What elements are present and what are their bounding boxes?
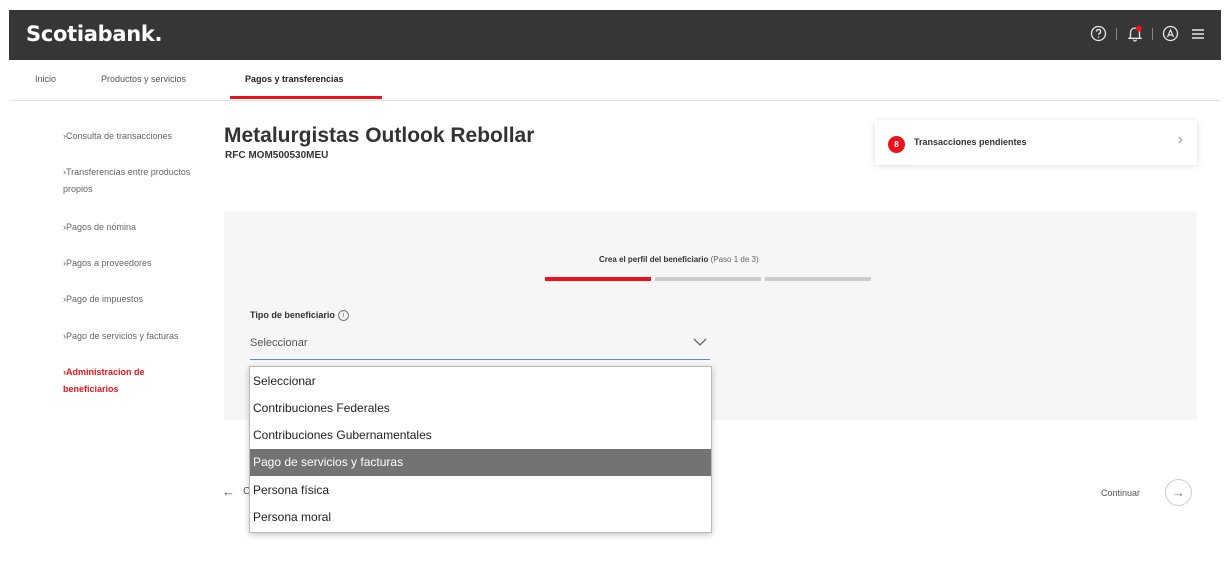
header-actions — [1089, 24, 1207, 43]
tab-productos-y-servicios[interactable]: Productos y servicios — [101, 74, 186, 84]
back-arrow-icon[interactable]: ← — [222, 484, 235, 499]
beneficiary-type-select[interactable]: Seleccionar — [250, 330, 710, 360]
pending-transactions-card[interactable]: 8 Transacciones pendientes › — [875, 120, 1197, 165]
top-header: Scotiabank. — [9, 10, 1221, 60]
sidebar-item-label: Pagos a proveedores — [66, 258, 152, 268]
option-seleccionar[interactable]: Seleccionar — [250, 368, 711, 395]
select-value: Seleccionar — [250, 337, 308, 349]
sidebar-item-consulta[interactable]: ›Consulta de transacciones — [63, 128, 213, 145]
divider — [1116, 27, 1117, 40]
sidebar-item-label: Pago de servicios y facturas — [66, 331, 179, 341]
chevron-down-icon — [693, 334, 707, 350]
field-label-text: Tipo de beneficiario — [250, 310, 335, 320]
page-title: Metalurgistas Outlook Rebollar — [224, 124, 535, 147]
chevron-right-icon: › — [1177, 131, 1183, 148]
sidebar-item-proveedores[interactable]: ›Pagos a proveedores — [63, 255, 213, 272]
user-icon[interactable] — [1161, 24, 1180, 43]
option-persona-fisica[interactable]: Persona física — [250, 477, 711, 504]
continue-arrow-icon[interactable]: → — [1165, 479, 1192, 506]
pending-count-badge: 8 — [888, 136, 905, 153]
step-count: (Paso 1 de 3) — [710, 255, 759, 264]
sidebar-item-label: Transferencias entre productos propios — [63, 167, 191, 194]
tab-pagos-y-transferencias[interactable]: Pagos y transferencias — [245, 74, 344, 84]
sidebar-item-label: Consulta de transacciones — [66, 131, 173, 141]
dropdown-menu: Seleccionar Contribuciones Federales Con… — [249, 366, 712, 533]
field-label: Tipo de beneficiario i — [250, 310, 349, 322]
step-progress-1 — [545, 277, 651, 281]
sidebar-item-label: Pagos de nómina — [66, 222, 137, 232]
step-title: Crea el perfil del beneficiario — [599, 255, 709, 264]
tab-inicio[interactable]: Inicio — [35, 74, 56, 84]
active-tab-indicator — [230, 96, 382, 99]
option-pago-de-servicios[interactable]: Pago de servicios y facturas — [250, 449, 711, 476]
option-persona-moral[interactable]: Persona moral — [250, 504, 711, 531]
sidebar-item-transferencias[interactable]: ›Transferencias entre productos propios — [63, 164, 193, 198]
sidebar-item-nomina[interactable]: ›Pagos de nómina — [63, 219, 213, 236]
continue-label[interactable]: Continuar — [1101, 488, 1140, 498]
main-nav: Inicio Productos y servicios Pagos y tra… — [9, 60, 1221, 101]
divider — [1152, 27, 1153, 40]
sidebar-item-label: Pago de impuestos — [66, 294, 144, 304]
sidebar-item-servicios[interactable]: ›Pago de servicios y facturas — [63, 328, 213, 345]
option-contribuciones-federales[interactable]: Contribuciones Federales — [250, 395, 711, 422]
menu-icon[interactable] — [1188, 24, 1207, 43]
step-progress-2 — [655, 277, 761, 281]
help-icon[interactable] — [1089, 24, 1108, 43]
sidebar-item-impuestos[interactable]: ›Pago de impuestos — [63, 291, 213, 308]
notification-bell-icon[interactable] — [1125, 24, 1144, 43]
info-icon[interactable]: i — [337, 310, 349, 322]
option-contribuciones-gubernamentales[interactable]: Contribuciones Gubernamentales — [250, 422, 711, 449]
scotiabank-logo[interactable]: Scotiabank. — [26, 22, 163, 46]
sidebar-item-label: Administracion de beneficiarios — [63, 367, 145, 394]
rfc-label: RFC MOM500530MEU — [225, 150, 329, 161]
sidebar-item-beneficiarios[interactable]: ›Administracion de beneficiarios — [63, 364, 183, 398]
step-progress-3 — [765, 277, 871, 281]
pending-label: Transacciones pendientes — [914, 137, 1027, 147]
step-label: Crea el perfil del beneficiario (Paso 1 … — [599, 255, 759, 264]
